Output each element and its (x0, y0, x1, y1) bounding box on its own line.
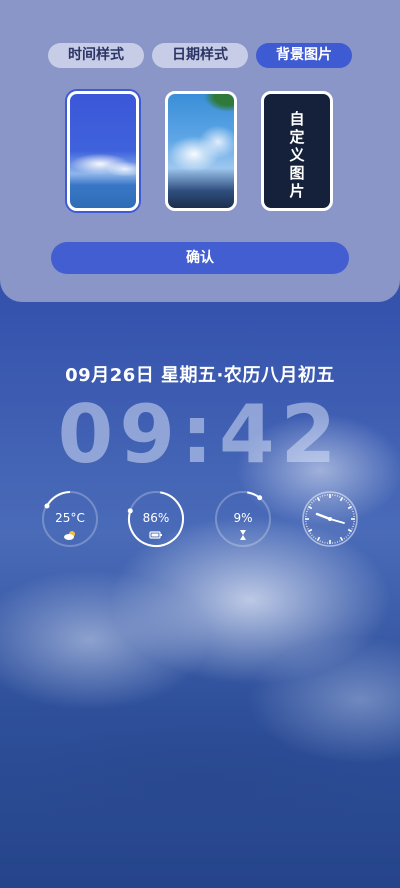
storage-widget[interactable]: 9% (214, 490, 272, 548)
storage-value: 9% (233, 511, 253, 525)
tab-time-style[interactable]: 时间样式 (48, 43, 144, 68)
analog-clock-icon (302, 491, 358, 547)
analog-clock-widget[interactable] (301, 490, 359, 548)
weather-cloud-sun-icon (64, 531, 75, 540)
battery-value: 86% (142, 511, 170, 525)
temperature-widget[interactable]: 25°C (41, 490, 99, 548)
wallpaper-option-sea-clouds[interactable] (67, 91, 139, 211)
clock-time: 09:42 (57, 388, 343, 481)
confirm-button[interactable]: 确认 (51, 242, 349, 274)
tab-date-style[interactable]: 日期样式 (152, 43, 248, 68)
tree-leaves-decoration (204, 94, 234, 112)
wallpaper-settings-panel: 时间样式 日期样式 背景图片 自定义图片 确认 (0, 0, 400, 302)
battery-icon (149, 531, 162, 539)
hourglass-icon (240, 530, 246, 540)
wallpaper-option-custom[interactable]: 自定义图片 (261, 91, 333, 211)
custom-image-label: 自定义图片 (289, 110, 305, 200)
date-display: 09月26日 星期五·农历八月初五 (65, 365, 335, 386)
temperature-value: 25°C (55, 511, 85, 525)
wallpaper-option-cloud-tree[interactable] (165, 91, 237, 211)
battery-widget[interactable]: 86% (127, 490, 185, 548)
tab-background-image[interactable]: 背景图片 (256, 43, 352, 68)
